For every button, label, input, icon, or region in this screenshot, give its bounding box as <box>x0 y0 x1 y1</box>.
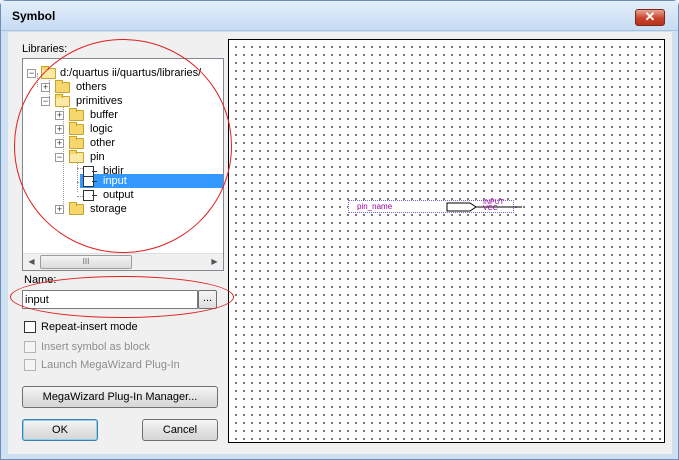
folder-icon <box>69 202 84 215</box>
folder-icon <box>69 136 84 149</box>
folder-icon <box>55 80 70 93</box>
tree-node-label: logic <box>90 123 113 135</box>
folder-open-icon <box>55 94 70 107</box>
tree-node-label: primitives <box>76 95 123 107</box>
name-input[interactable]: input <box>22 290 198 309</box>
dialog-body: Libraries: − d:/quartus ii/quartus/libra… <box>8 32 672 454</box>
expand-icon[interactable]: + <box>55 139 64 148</box>
pin-name-label: pin_name <box>357 202 393 211</box>
tree-node-label: pin <box>90 151 105 163</box>
launch-megawizard-checkbox[interactable] <box>24 359 36 371</box>
scroll-thumb[interactable]: III <box>40 255 132 269</box>
expand-icon[interactable]: + <box>41 83 50 92</box>
tree-horizontal-scrollbar[interactable]: ◀ III ▶ <box>23 253 223 270</box>
symbol-dialog: Symbol ✕ Libraries: − d:/quartus ii/quar… <box>0 0 679 460</box>
collapse-icon[interactable]: − <box>27 69 36 78</box>
pin-io-labels: INPUT VCC <box>483 199 504 212</box>
pin-io-level: VCC <box>483 205 498 212</box>
window-title: Symbol <box>12 9 56 23</box>
ok-button[interactable]: OK <box>22 419 98 441</box>
libraries-label: Libraries: <box>22 43 68 55</box>
pin-symbol-icon <box>83 190 97 201</box>
collapse-icon[interactable]: − <box>41 97 50 106</box>
tree-selection-highlight <box>80 174 223 188</box>
insert-as-block-checkbox[interactable] <box>24 341 36 353</box>
browse-button[interactable]: ... <box>198 290 217 309</box>
folder-icon <box>69 108 84 121</box>
folder-open-icon <box>41 66 56 79</box>
insert-as-block-label: Insert symbol as block <box>41 341 150 353</box>
symbol-preview-canvas <box>228 39 665 443</box>
tree-node-label: storage <box>90 203 127 215</box>
tree-node-label: output <box>103 189 134 201</box>
tree-node-label: d:/quartus ii/quartus/libraries/ <box>60 67 202 79</box>
folder-open-icon <box>69 150 84 163</box>
close-icon: ✕ <box>644 9 656 24</box>
libraries-tree[interactable]: − d:/quartus ii/quartus/libraries/ + oth… <box>22 58 224 271</box>
tree-node-label: input <box>103 175 127 187</box>
scroll-left-icon[interactable]: ◀ <box>23 254 40 270</box>
expand-icon[interactable]: + <box>55 205 64 214</box>
close-button[interactable]: ✕ <box>635 9 665 26</box>
megawizard-manager-button[interactable]: MegaWizard Plug-In Manager... <box>22 386 218 408</box>
repeat-insert-checkbox[interactable] <box>24 321 36 333</box>
title-bar: Symbol ✕ <box>1 1 678 31</box>
tree-node-label: buffer <box>90 109 118 121</box>
folder-icon <box>69 122 84 135</box>
cancel-button[interactable]: Cancel <box>142 419 218 441</box>
expand-icon[interactable]: + <box>55 125 64 134</box>
pin-symbol-icon <box>83 176 97 187</box>
collapse-icon[interactable]: − <box>55 153 64 162</box>
tree-node-label: others <box>76 81 107 93</box>
name-label: Name: <box>24 274 57 286</box>
tree-node-label: other <box>90 137 116 149</box>
expand-icon[interactable]: + <box>55 111 64 120</box>
repeat-insert-label: Repeat-insert mode <box>41 321 138 333</box>
launch-megawizard-label: Launch MegaWizard Plug-In <box>41 359 180 371</box>
scroll-right-icon[interactable]: ▶ <box>206 254 223 270</box>
